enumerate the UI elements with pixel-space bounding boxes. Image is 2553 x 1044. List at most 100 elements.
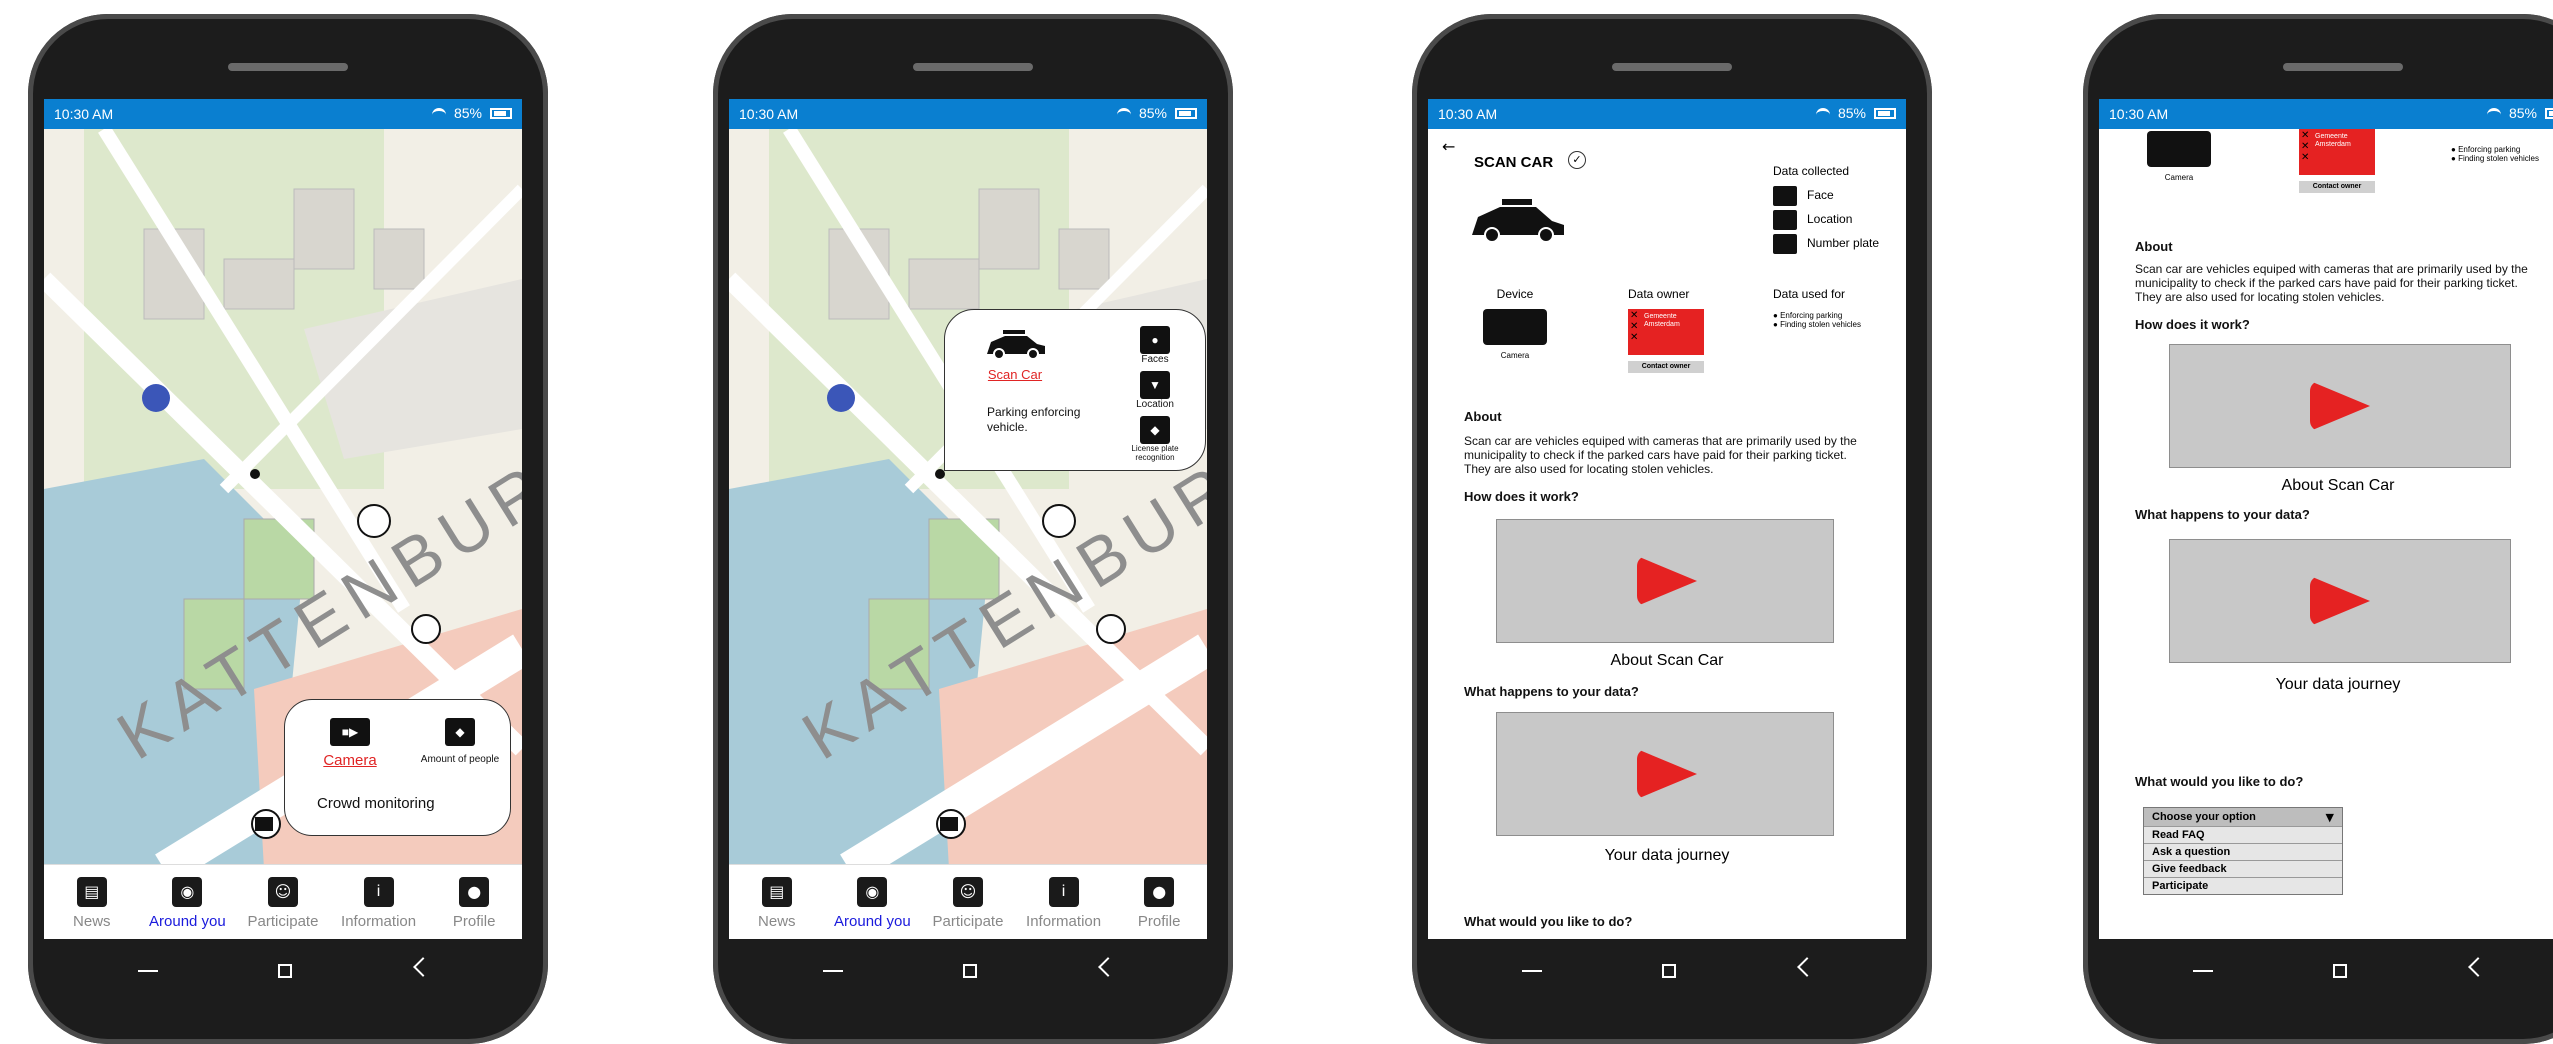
nav-around-you[interactable]: ◉ Around you: [827, 865, 917, 939]
page-title: SCAN CAR: [1474, 154, 1554, 171]
battery-percent: 85%: [1138, 105, 1167, 121]
data-collected-title: Data collected: [1773, 164, 1850, 178]
video-data-journey[interactable]: [1496, 712, 1834, 836]
nav-label: Around you: [149, 913, 226, 930]
back-button[interactable]: [1797, 957, 1817, 977]
owner-logo: ✕ ✕ ✕ Gemeente Amsterdam: [2299, 129, 2375, 175]
nav-participate[interactable]: ☺ Participate: [923, 865, 1013, 939]
about-text: Scan car are vehicles equiped with camer…: [2135, 262, 2528, 304]
map-view[interactable]: KATTENBURGE Scan Car Parking enforcing v…: [729, 129, 1207, 869]
camera-popup[interactable]: ■▶ Camera ◆ Amount of people Crowd monit…: [284, 699, 511, 836]
car-icon: [1472, 199, 1564, 243]
newspaper-icon: ▤: [76, 877, 107, 907]
used-for-text: Finding stolen vehicles: [1780, 320, 1861, 329]
video-data-journey[interactable]: [2169, 539, 2511, 663]
popup-title[interactable]: Scan Car: [975, 367, 1055, 382]
owner-logo: ✕ ✕ ✕ Gemeente Amsterdam: [1628, 309, 1704, 355]
nav-profile[interactable]: ● Profile: [429, 865, 519, 939]
camera-icon: [2147, 131, 2211, 167]
nav-label: Participate: [932, 913, 1004, 930]
phone-4: 10:30 AM 85% Camera ✕ ✕ ✕ Gemeente Amsterd…: [2083, 14, 2553, 1044]
about-heading: About: [2135, 239, 2173, 254]
used-for-text: Finding stolen vehicles: [2458, 154, 2539, 163]
video-about-scancar[interactable]: [2169, 344, 2511, 468]
home-button[interactable]: [963, 964, 977, 978]
used-for-item: ● Finding stolen vehicles: [1773, 320, 1861, 329]
home-button[interactable]: [2333, 964, 2347, 978]
status-bar: 10:30 AM 85%: [44, 99, 522, 129]
status-bar: 10:30 AM 85%: [2099, 99, 2553, 129]
nav-news[interactable]: ▤ News: [47, 865, 137, 939]
people-icon: ☺: [952, 877, 983, 907]
nav-information[interactable]: i Information: [334, 865, 424, 939]
dropdown-option[interactable]: Ask a question: [2144, 843, 2342, 860]
dropdown-arrow-icon: ▼: [2325, 811, 2334, 824]
info-icon: i: [363, 877, 394, 907]
car-icon: [987, 330, 1045, 360]
battery-icon: [490, 107, 512, 119]
how-heading: How does it work?: [1464, 489, 1579, 504]
owner-logo-cross: ✕ ✕ ✕: [1630, 310, 1639, 343]
phone-1: 10:30 AM 85% KATTENBURGE ■▶ Camera ◆ Amo…: [28, 14, 548, 1044]
option-dropdown[interactable]: Choose your option ▼ Read FAQ Ask a ques…: [2143, 807, 2343, 895]
camera-icon: ■▶: [330, 718, 370, 746]
license-plate-icon: ◆: [1140, 416, 1170, 444]
dropdown-option-label: Read FAQ: [2152, 829, 2205, 841]
recent-apps-button[interactable]: [2193, 970, 2213, 972]
back-button[interactable]: [413, 957, 433, 977]
recent-apps-button[interactable]: [138, 970, 158, 972]
nav-profile[interactable]: ● Profile: [1114, 865, 1204, 939]
contact-owner-label: Contact owner: [2312, 183, 2362, 190]
used-for-title: Data used for: [1773, 287, 1846, 301]
how-heading: How does it work?: [2135, 317, 2250, 332]
data-collected-item: Face: [1807, 188, 1834, 203]
popup-detail: Amount of people: [420, 754, 500, 765]
system-nav: [2083, 954, 2553, 994]
home-button[interactable]: [278, 964, 292, 978]
contact-owner-button[interactable]: Contact owner: [1628, 361, 1704, 373]
nav-information[interactable]: i Information: [1019, 865, 1109, 939]
used-for-item: ● Enforcing parking: [2451, 145, 2521, 154]
map-view[interactable]: KATTENBURGE ■▶ Camera ◆ Amount of people…: [44, 129, 522, 869]
nav-participate[interactable]: ☺ Participate: [238, 865, 328, 939]
newspaper-icon: ▤: [761, 877, 792, 907]
system-nav: [713, 954, 1233, 994]
person-icon: ●: [1144, 877, 1175, 907]
video-about-scancar[interactable]: [1496, 519, 1834, 643]
dropdown-option[interactable]: Read FAQ: [2144, 826, 2342, 843]
recent-apps-button[interactable]: [1522, 970, 1542, 972]
video2-caption: Your data journey: [2275, 676, 2401, 693]
broadcast-icon: ◉: [172, 877, 203, 907]
face-icon: [1773, 186, 1797, 206]
cube-icon: ◆: [445, 718, 475, 746]
popup-description: Crowd monitoring: [317, 795, 435, 812]
dropdown-option-label: Give feedback: [2152, 863, 2227, 875]
battery-percent: 85%: [2508, 105, 2537, 121]
nav-around-you[interactable]: ◉ Around you: [142, 865, 232, 939]
dropdown-header[interactable]: Choose your option ▼: [2144, 808, 2342, 826]
nav-news[interactable]: ▤ News: [732, 865, 822, 939]
device-label: Camera: [1500, 351, 1530, 360]
popup-description: Parking enforcing vehicle.: [987, 405, 1081, 434]
action-heading: What would you like to do?: [2135, 774, 2304, 789]
back-button[interactable]: [2468, 957, 2488, 977]
location-icon: ▼: [1140, 371, 1170, 399]
home-button[interactable]: [1662, 964, 1676, 978]
back-arrow-icon[interactable]: ←: [1442, 137, 1455, 156]
status-time: 10:30 AM: [739, 106, 799, 122]
battery-percent: 85%: [1837, 105, 1866, 121]
status-bar: 10:30 AM 85%: [1428, 99, 1906, 129]
scancar-popup[interactable]: Scan Car Parking enforcing vehicle. ● Fac…: [944, 309, 1206, 471]
contact-owner-button[interactable]: Contact owner: [2299, 181, 2375, 193]
recent-apps-button[interactable]: [823, 970, 843, 972]
nav-label: News: [758, 913, 796, 930]
popup-title[interactable]: Camera: [315, 752, 385, 769]
phone-2: 10:30 AM 85% KATTENBURGE Scan Car Parkin…: [713, 14, 1233, 1044]
nav-label: News: [73, 913, 111, 930]
back-button[interactable]: [1098, 957, 1118, 977]
nav-label: Around you: [834, 913, 911, 930]
data-heading: What happens to your data?: [2135, 507, 2310, 522]
dropdown-option[interactable]: Give feedback: [2144, 860, 2342, 877]
battery-icon: [2545, 107, 2553, 119]
dropdown-option[interactable]: Participate: [2144, 877, 2342, 894]
